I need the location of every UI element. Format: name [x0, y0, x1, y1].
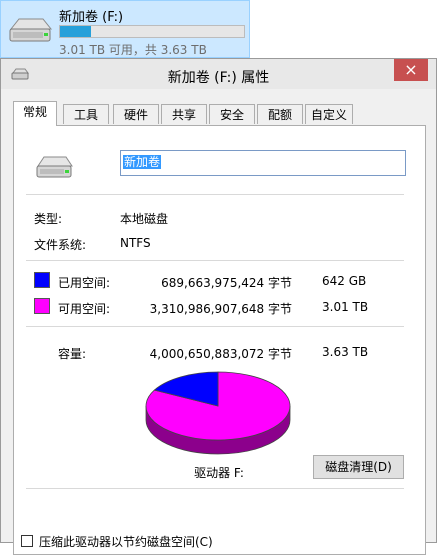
free-space-size: 3.01 TB	[322, 300, 369, 314]
capacity-bytes: 4,000,650,883,072 字节	[149, 347, 292, 361]
close-icon: ×	[404, 60, 418, 79]
used-space-swatch	[34, 272, 50, 288]
tab-security[interactable]: 安全	[209, 104, 255, 124]
dialog-title: 新加卷 (F:) 属性	[167, 70, 270, 86]
tab-sharing[interactable]: 共享	[161, 104, 207, 124]
compress-drive-label: 压缩此驱动器以节约磁盘空间(C)	[39, 535, 213, 549]
usage-bar	[59, 25, 245, 38]
drive-space-detail: 3.01 TB 可用，共 3.63 TB	[59, 43, 207, 57]
tab-general[interactable]: 常规	[13, 101, 57, 126]
divider	[26, 194, 404, 195]
disk-usage-pie-chart	[145, 371, 291, 455]
type-label: 类型:	[34, 212, 63, 226]
general-tab-panel: 新加卷 类型: 本地磁盘 文件系统: NTFS 已用空间: 689,663,97…	[13, 125, 426, 555]
divider	[26, 260, 404, 261]
properties-dialog: 新加卷 (F:) 属性 × 常规 工具 硬件 共享 安全 配额 自定义 新加卷 …	[0, 58, 437, 555]
free-space-label: 可用空间:	[58, 302, 111, 316]
filesystem-value: NTFS	[120, 236, 151, 250]
hard-drive-icon	[9, 18, 53, 42]
divider	[26, 488, 404, 489]
type-value: 本地磁盘	[120, 212, 169, 226]
used-space-bytes: 689,663,975,424 字节	[161, 276, 292, 290]
used-space-size: 642 GB	[322, 274, 367, 288]
compress-drive-checkbox[interactable]	[21, 535, 33, 547]
tab-hardware[interactable]: 硬件	[113, 104, 159, 124]
used-space-label: 已用空间:	[58, 276, 111, 290]
filesystem-label: 文件系统:	[34, 238, 87, 252]
close-button[interactable]: ×	[394, 59, 428, 81]
title-bar[interactable]: 新加卷 (F:) 属性 ×	[1, 59, 436, 89]
capacity-label: 容量:	[58, 347, 87, 361]
drive-letter-label: 驱动器 F:	[194, 466, 244, 480]
divider	[26, 326, 404, 327]
capacity-size: 3.63 TB	[322, 345, 369, 359]
tab-customize[interactable]: 自定义	[305, 104, 353, 124]
tab-quota[interactable]: 配额	[257, 104, 303, 124]
drive-name: 新加卷 (F:)	[59, 10, 124, 25]
disk-cleanup-button[interactable]: 磁盘清理(D)	[313, 455, 404, 479]
free-space-swatch	[34, 298, 50, 314]
tab-tools[interactable]: 工具	[63, 104, 109, 124]
hard-drive-icon	[36, 156, 73, 178]
volume-name-input[interactable]: 新加卷	[120, 150, 406, 176]
usage-bar-fill	[60, 26, 92, 37]
drive-tile[interactable]: 新加卷 (F:) 3.01 TB 可用，共 3.63 TB	[0, 0, 250, 58]
free-space-bytes: 3,310,986,907,648 字节	[149, 302, 292, 316]
